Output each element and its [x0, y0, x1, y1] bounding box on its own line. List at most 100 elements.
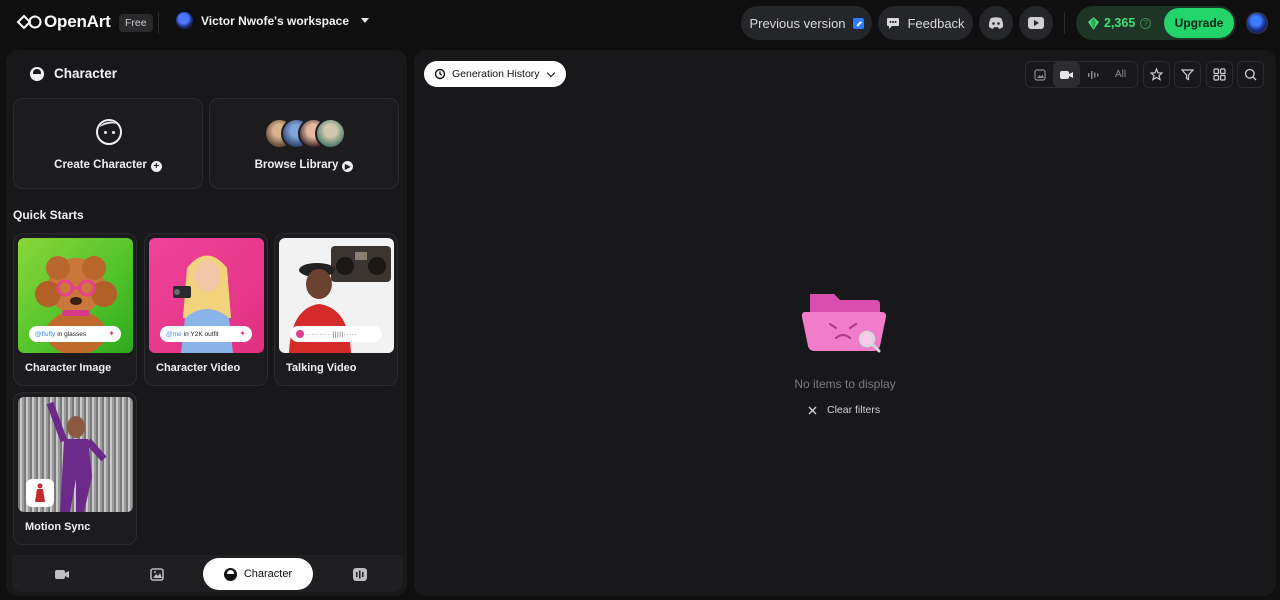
divider — [158, 12, 159, 34]
workspace-switcher[interactable]: Victor Nwofe's workspace — [176, 12, 370, 29]
upgrade-button[interactable]: Upgrade — [1164, 8, 1234, 38]
generation-history-dropdown[interactable]: Generation History — [424, 61, 566, 87]
sad-folder-icon — [801, 294, 887, 353]
quick-start-label: Talking Video — [286, 362, 357, 374]
user-avatar[interactable] — [1246, 12, 1268, 34]
chip-text: in Y2K outfit — [183, 330, 219, 338]
chevron-down-icon — [361, 18, 370, 23]
audio-waveform-icon — [353, 567, 367, 581]
discord-icon — [988, 17, 1004, 29]
generation-history-label: Generation History — [452, 68, 540, 80]
filter-all[interactable]: All — [1107, 62, 1134, 87]
quick-start-thumbnail: @me in Y2K outfit ✦ — [149, 238, 264, 353]
image-icon — [150, 567, 164, 581]
create-character-card[interactable]: Create Character + — [13, 98, 203, 189]
openart-logo-icon — [16, 14, 42, 30]
clear-filters-label: Clear filters — [827, 404, 881, 416]
quick-start-label: Character Video — [156, 362, 241, 374]
feedback-button[interactable]: Feedback — [878, 6, 973, 40]
quick-start-label: Character Image — [25, 362, 112, 374]
openart-logo[interactable]: OpenArt — [16, 12, 111, 32]
top-bar: OpenArt Free Victor Nwofe's workspace Pr… — [0, 0, 1280, 46]
workspace-name: Victor Nwofe's workspace — [201, 13, 350, 28]
avatar — [315, 118, 346, 149]
avatar-stack — [264, 118, 346, 149]
tab-video[interactable] — [42, 558, 82, 590]
motion-reference-thumbnail — [26, 479, 54, 507]
panel-title: Character — [54, 66, 118, 81]
chip-handle: @me — [166, 330, 182, 338]
grid-view-button[interactable] — [1206, 61, 1233, 88]
mode-tabs: Character — [12, 555, 403, 592]
credits-count: 2,365 — [1104, 16, 1136, 30]
prompt-chip: @fluffy in glasses ✦ — [29, 326, 121, 342]
previous-version-label: Previous version — [749, 15, 846, 31]
quick-start-label: Motion Sync — [25, 521, 91, 533]
mic-icon — [296, 330, 304, 338]
dancer-mini-icon — [35, 483, 45, 502]
browse-library-text: Browse Library — [254, 159, 339, 171]
voice-waveform-chip: ··········|||||····· — [290, 326, 382, 342]
quick-start-motion-sync[interactable]: Motion Sync — [13, 392, 137, 545]
sparkle-icon: ✦ — [239, 329, 246, 338]
help-icon[interactable]: ? — [1140, 17, 1152, 29]
youtube-icon — [1028, 17, 1044, 29]
feedback-label: Feedback — [907, 15, 965, 31]
quick-start-thumbnail — [18, 397, 133, 512]
chip-handle: @fluffy — [35, 330, 56, 338]
close-icon — [808, 406, 817, 414]
credits-panel: 2,365 ? Upgrade — [1076, 6, 1236, 40]
create-character-label: Create Character + — [14, 159, 202, 172]
tab-image[interactable] — [137, 558, 177, 590]
character-icon — [223, 567, 237, 581]
tab-character[interactable]: Character — [203, 558, 313, 590]
browse-library-label: Browse Library ▶ — [210, 159, 398, 172]
tab-character-label: Character — [243, 568, 293, 580]
youtube-button[interactable] — [1019, 6, 1053, 40]
gem-icon — [1088, 16, 1099, 30]
favorites-button[interactable] — [1143, 61, 1170, 88]
quick-start-thumbnail: ··········|||||····· — [279, 238, 394, 353]
history-icon — [434, 68, 446, 80]
filter-button[interactable] — [1174, 61, 1201, 88]
credits-display[interactable]: 2,365 ? — [1076, 16, 1152, 30]
external-link-icon — [852, 17, 864, 29]
logo-text: OpenArt — [44, 12, 111, 31]
empty-state-illustration — [800, 290, 890, 360]
quick-start-character-image[interactable]: @fluffy in glasses ✦ Character Image — [13, 233, 137, 386]
grid-icon — [1213, 68, 1226, 81]
plus-circle-icon: + — [150, 161, 162, 172]
video-camera-icon — [55, 569, 69, 579]
search-icon — [1244, 68, 1257, 81]
panel-header: Character — [30, 66, 117, 81]
quick-start-talking-video[interactable]: ··········|||||····· Talking Video — [274, 233, 398, 386]
audio-waveform-icon — [1087, 70, 1098, 79]
character-face-icon — [96, 119, 122, 145]
divider — [1064, 12, 1065, 34]
search-button[interactable] — [1237, 61, 1264, 88]
star-icon — [1150, 68, 1163, 81]
clear-filters-button[interactable]: Clear filters — [808, 404, 880, 416]
waveform-icon: ··········|||||····· — [306, 330, 357, 338]
character-panel: Character Create Character + Browse Libra… — [6, 50, 407, 596]
character-icon — [30, 66, 44, 81]
workspace-avatar — [176, 12, 193, 29]
filter-audio[interactable] — [1080, 62, 1107, 87]
video-camera-icon — [1060, 70, 1073, 79]
empty-state-message: No items to display — [794, 377, 896, 391]
browse-library-card[interactable]: Browse Library ▶ — [209, 98, 399, 189]
sparkle-icon: ✦ — [108, 329, 115, 338]
previous-version-button[interactable]: Previous version — [741, 6, 872, 40]
quick-start-character-video[interactable]: @me in Y2K outfit ✦ Character Video — [144, 233, 268, 386]
image-icon — [1033, 68, 1046, 81]
tab-audio[interactable] — [340, 558, 380, 590]
generation-panel: Generation History All No items to displ… — [414, 50, 1276, 596]
arrow-right-circle-icon: ▶ — [342, 161, 354, 172]
filter-video[interactable] — [1053, 62, 1080, 87]
discord-button[interactable] — [979, 6, 1013, 40]
chat-bubble-icon — [887, 18, 900, 29]
create-character-text: Create Character — [54, 159, 147, 171]
chevron-down-icon — [546, 68, 555, 77]
filter-image[interactable] — [1026, 62, 1053, 87]
prompt-chip: @me in Y2K outfit ✦ — [160, 326, 252, 342]
